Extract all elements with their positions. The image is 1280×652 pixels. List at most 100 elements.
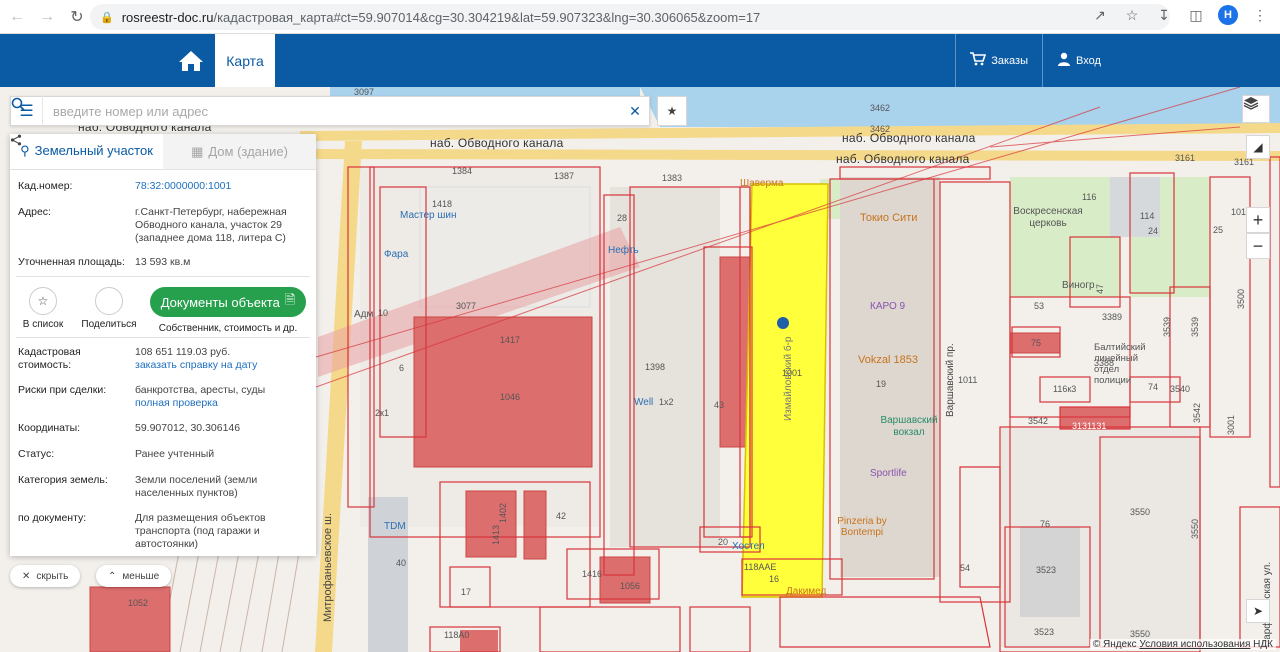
poi-master[interactable]: Мастер шин [400,210,457,221]
tab-building[interactable]: ▦ Дом (здание) [163,134,316,169]
tab-map[interactable]: Карта [215,34,275,87]
parcel-label: 75 [1031,338,1042,348]
panel-actions: ☆ В список Поделиться Документы объекта … [10,134,316,337]
parcel-label: 1052 [128,598,149,608]
parcel-label: 3389 [1102,312,1123,322]
parcel-label: 3077 [456,301,477,311]
cadnum-link[interactable]: 78:32:0000000:1001 [135,180,231,192]
parcel-label: 16 [769,574,780,584]
parcel-label: 28 [617,213,628,223]
poi-pinzeria[interactable]: Pinzeria by Bontempi [834,516,890,538]
poi-karo[interactable]: КАРО 9 [870,301,905,312]
url-host: rosreestr-doc.ru [121,9,214,25]
poi-voskr[interactable]: Воскресенская церковь [1012,206,1084,230]
poi-well[interactable]: Well [634,397,653,408]
search-input[interactable] [43,97,593,125]
poi-vinograd[interactable]: Виногр [1062,280,1095,291]
poi-sportlife[interactable]: Sportlife [870,468,907,479]
zoom-in-button[interactable]: + [1246,207,1270,233]
poi-tokio[interactable]: Токио Сити [860,212,917,224]
kebab-menu-icon[interactable]: ⋮ [1250,5,1270,25]
category-value: Земли поселений (земли населенных пункто… [135,474,258,499]
layers-icon[interactable] [1242,95,1270,123]
geolocation-icon[interactable]: ➤ [1246,599,1270,623]
less-button[interactable]: ⌃ меньше [96,565,172,587]
poi-shaverma[interactable]: Шаверма [740,178,784,189]
add-to-list-button[interactable]: ☆ В список [10,287,76,330]
parcel-label: 3001 [1226,414,1236,435]
parcel-label: 6 [399,363,405,373]
poi-baltic[interactable]: Балтийский линейный отдел полиции [1094,342,1146,386]
parcel-label: 1384 [452,166,473,176]
user-icon [1057,52,1071,69]
parcel-label: 20 [718,537,729,547]
address-bar[interactable]: 🔒 rosreestr-doc.ru /кадастровая_карта#ct… [90,4,1170,30]
poi-neft[interactable]: Нефть [608,245,639,256]
favorites-star-icon[interactable]: ★ [657,96,687,126]
parcel-info-panel: ⚲ Земельный участок ▦ Дом (здание) Кад.н… [10,134,316,556]
canal-label-3: наб. Обводного канала [842,131,976,145]
terms-link[interactable]: Условия использования [1139,639,1250,650]
building-icon: ▦ [191,143,204,159]
profile-avatar[interactable]: H [1218,5,1238,25]
parcel-label: 1001 [782,368,803,378]
close-icon[interactable]: ✕ [621,96,649,126]
orders-button[interactable]: Заказы [955,34,1042,87]
poi-dakimed[interactable]: Дакимед [786,586,826,597]
parcel-label: 1413 [491,524,501,545]
login-button[interactable]: Вход [1042,34,1280,87]
reload-icon[interactable]: ↻ [64,4,90,30]
parcel-label: 3542 [1028,416,1049,426]
coords-label: Координаты: [18,422,81,434]
parcel-label: 3462 [870,124,891,134]
chevron-up-icon: ⌃ [108,570,117,582]
canal-label-2: наб. Обводного канала [430,136,564,150]
area-label: Уточненная площадь: [18,256,125,268]
back-arrow-icon[interactable]: ← [4,4,30,30]
poi-tdm[interactable]: TDM [384,521,406,532]
full-check-link[interactable]: полная проверка [135,397,308,410]
parcel-label: 1046 [500,392,521,402]
browser-toolbar: ← → ↻ 🔒 rosreestr-doc.ru /кадастровая_ка… [0,0,1280,34]
risks-label: Риски при сделки: [18,384,107,396]
attribution-ndk: НДК [1253,639,1273,650]
parcel-label: 3540 [1170,384,1191,394]
forward-arrow-icon[interactable]: → [34,4,60,30]
home-icon[interactable] [168,34,214,87]
poi-vokzal1853[interactable]: Vokzal 1853 [858,354,918,366]
documents-button[interactable]: Документы объекта 🗎 [150,287,306,317]
poi-hostel[interactable]: Хостел [732,541,765,552]
poi-varsh-vokzal[interactable]: Варшавский вокзал [864,415,954,439]
parcel-label: 118А0 [444,630,470,640]
parcel-label: 3131131 [1072,421,1107,431]
cost-label: Кадастровая стоимость: [18,346,81,371]
parcel-label: 3550 [1130,507,1151,517]
tab-land-plot[interactable]: ⚲ Земельный участок [10,134,163,169]
parcel-label: 2к1 [375,408,389,418]
app-header: Карта Заказы Вход [0,34,1280,87]
zoom-out-button[interactable]: − [1246,233,1270,259]
share-page-icon[interactable]: ↗ [1090,5,1110,25]
hide-panel-button[interactable]: ✕ скрыть [10,565,81,587]
parcel-label: 54 [960,563,971,573]
docs-button-label: Документы объекта [160,294,280,310]
street-mitrofan-label: Митрофаньевское ш. [322,512,334,622]
side-panel-icon[interactable]: ◫ [1186,5,1206,25]
cadastral-map[interactable]: наб. Обводного канала наб. Обводного кан… [0,87,1280,652]
order-certificate-link[interactable]: заказать справку на дату [135,359,308,372]
parcel-label: 3539 [1162,316,1172,337]
share-button[interactable]: Поделиться [10,134,142,330]
parcel-label: 116к3 [1053,384,1077,394]
poi-adm[interactable]: Адм [354,309,373,320]
parcel-label: 3539 [1190,316,1200,337]
parcel-label: 74 [1148,382,1159,392]
poi-fara[interactable]: Фара [384,249,408,260]
fullscreen-icon[interactable]: ◢ [1246,135,1270,159]
doc-usage-label: по документу: [18,512,87,524]
login-label: Вход [1076,54,1101,67]
share-icon [10,134,123,315]
parcel-label: 3523 [1036,565,1057,575]
search-icon[interactable] [11,96,621,126]
bookmark-star-icon[interactable]: ☆ [1122,5,1142,25]
download-icon[interactable]: ↧ [1154,5,1174,25]
